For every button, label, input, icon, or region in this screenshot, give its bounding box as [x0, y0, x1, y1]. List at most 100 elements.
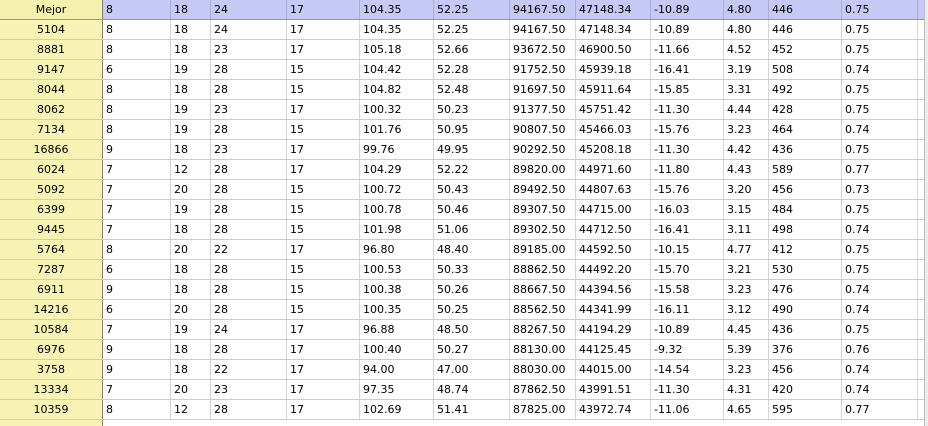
table-cell[interactable]: 17	[287, 340, 360, 359]
table-cell[interactable]: 90807.50	[510, 120, 576, 139]
table-cell[interactable]: 9	[103, 140, 171, 159]
table-cell[interactable]: 28	[211, 220, 287, 239]
table-cell[interactable]: 28	[211, 260, 287, 279]
table-cell[interactable]: 49.95	[434, 140, 510, 159]
table-cell[interactable]: 12	[171, 160, 211, 179]
table-cell[interactable]: 44592.50	[576, 240, 651, 259]
table-cell[interactable]: 490	[769, 300, 842, 319]
table-cell[interactable]: 44492.20	[576, 260, 651, 279]
table-cell[interactable]: 88667.50	[510, 280, 576, 299]
table-cell[interactable]: -11.30	[651, 140, 724, 159]
table-cell[interactable]: -16.03	[651, 200, 724, 219]
table-cell[interactable]: 4.31	[724, 380, 769, 399]
table-cell[interactable]: 52.66	[434, 40, 510, 59]
table-cell[interactable]: -11.30	[651, 100, 724, 119]
table-cell[interactable]: -9.32	[651, 340, 724, 359]
table-cell[interactable]: 420	[769, 380, 842, 399]
table-row[interactable]: 7287 6 18 28 15 100.53 50.33 88862.50 44492.20 -1…	[0, 260, 928, 280]
table-cell[interactable]: 0.75	[842, 0, 918, 19]
table-cell[interactable]: 0.75	[842, 20, 918, 39]
table-cell[interactable]: 17	[287, 240, 360, 259]
table-cell[interactable]: 4.44	[724, 100, 769, 119]
table-cell[interactable]: 24	[211, 20, 287, 39]
table-cell[interactable]: -10.89	[651, 20, 724, 39]
table-row[interactable]: 8881 8 18 23 17 105.18 52.66 93672.50 46900.50 -1…	[0, 40, 928, 60]
table-cell[interactable]: 28	[211, 200, 287, 219]
table-cell[interactable]: 15	[287, 60, 360, 79]
table-cell[interactable]: 44712.50	[576, 220, 651, 239]
table-cell[interactable]: 50.25	[434, 300, 510, 319]
table-cell[interactable]: 28	[211, 80, 287, 99]
table-row[interactable]: 10584 7 19 24 17 96.88 48.50 88267.50 44194.29 -1…	[0, 320, 928, 340]
table-cell[interactable]: 94.00	[360, 360, 434, 379]
table-row[interactable]: 5092 7 20 28 15 100.72 50.43 89492.50 44807.63 -1…	[0, 180, 928, 200]
table-cell[interactable]: 18	[171, 0, 211, 19]
table-cell[interactable]: 456	[769, 180, 842, 199]
row-header[interactable]: 13334	[0, 380, 103, 399]
table-cell[interactable]: 0.77	[842, 400, 918, 419]
table-cell[interactable]: 45751.42	[576, 100, 651, 119]
table-cell[interactable]: 5.39	[724, 340, 769, 359]
table-cell[interactable]: 8	[103, 240, 171, 259]
table-cell[interactable]: 484	[769, 200, 842, 219]
table-cell[interactable]: 18	[171, 360, 211, 379]
table-cell[interactable]: 0.76	[842, 340, 918, 359]
table-cell[interactable]: 28	[211, 160, 287, 179]
table-cell[interactable]: 47148.34	[576, 0, 651, 19]
table-cell[interactable]: 91752.50	[510, 60, 576, 79]
table-cell[interactable]: 96.88	[360, 320, 434, 339]
table-cell[interactable]: 52.25	[434, 20, 510, 39]
table-cell[interactable]: 436	[769, 140, 842, 159]
table-cell[interactable]: 19	[171, 320, 211, 339]
table-cell[interactable]: 105.18	[360, 40, 434, 59]
table-cell[interactable]: 7	[103, 220, 171, 239]
table-cell[interactable]: 18	[171, 40, 211, 59]
table-cell[interactable]: 50.33	[434, 260, 510, 279]
table-cell[interactable]: 100.53	[360, 260, 434, 279]
table-cell[interactable]: 46900.50	[576, 40, 651, 59]
table-cell[interactable]: 0.77	[842, 160, 918, 179]
table-cell[interactable]: 492	[769, 80, 842, 99]
table-cell[interactable]: 3.23	[724, 280, 769, 299]
table-cell[interactable]: 3.20	[724, 180, 769, 199]
table-cell[interactable]: -16.41	[651, 220, 724, 239]
table-cell[interactable]: 3.15	[724, 200, 769, 219]
table-cell[interactable]: 43991.51	[576, 380, 651, 399]
row-header[interactable]: 6976	[0, 340, 103, 359]
table-cell[interactable]: 22	[211, 360, 287, 379]
table-cell[interactable]: 47.00	[434, 360, 510, 379]
row-header[interactable]: 14216	[0, 300, 103, 319]
table-cell[interactable]: 88030.00	[510, 360, 576, 379]
table-cell[interactable]: 476	[769, 280, 842, 299]
table-cell[interactable]: 15	[287, 220, 360, 239]
table-cell[interactable]: 15	[287, 80, 360, 99]
table-cell[interactable]: -11.66	[651, 40, 724, 59]
table-cell[interactable]: 0.75	[842, 200, 918, 219]
table-cell[interactable]: 44341.99	[576, 300, 651, 319]
table-cell[interactable]: 87862.50	[510, 380, 576, 399]
table-cell[interactable]: 3.23	[724, 120, 769, 139]
row-header[interactable]: 9147	[0, 60, 103, 79]
table-cell[interactable]: 50.43	[434, 180, 510, 199]
table-cell[interactable]: 7	[103, 320, 171, 339]
table-row[interactable]: 9445 7 18 28 15 101.98 51.06 89302.50 44712.50 -1…	[0, 220, 928, 240]
table-cell[interactable]: 15	[287, 300, 360, 319]
table-cell[interactable]: 18	[171, 140, 211, 159]
table-cell[interactable]: 4.42	[724, 140, 769, 159]
table-cell[interactable]: 48.40	[434, 240, 510, 259]
table-cell[interactable]: 91697.50	[510, 80, 576, 99]
table-cell[interactable]: 17	[287, 320, 360, 339]
table-cell[interactable]: -15.76	[651, 120, 724, 139]
table-cell[interactable]: 0.75	[842, 80, 918, 99]
table-cell[interactable]: 43972.74	[576, 400, 651, 419]
table-cell[interactable]: 4.77	[724, 240, 769, 259]
table-row[interactable]: 8044 8 18 28 15 104.82 52.48 91697.50 45911.64 -1…	[0, 80, 928, 100]
table-cell[interactable]: 8	[103, 20, 171, 39]
table-row[interactable]: 6976 9 18 28 17 100.40 50.27 88130.00 44125.45 -9…	[0, 340, 928, 360]
table-row[interactable]: 9147 6 19 28 15 104.42 52.28 91752.50 45939.18 -1…	[0, 60, 928, 80]
table-cell[interactable]: 6	[103, 60, 171, 79]
table-cell[interactable]: 0.74	[842, 360, 918, 379]
table-cell[interactable]: 47148.34	[576, 20, 651, 39]
table-cell[interactable]: 589	[769, 160, 842, 179]
table-cell[interactable]: 0.74	[842, 120, 918, 139]
